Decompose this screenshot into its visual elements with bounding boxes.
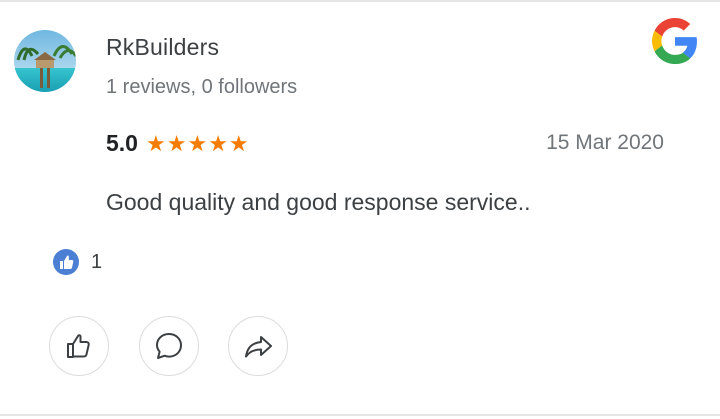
star-icon: ★ <box>228 130 249 156</box>
google-logo-icon <box>652 18 698 64</box>
reviewer-name[interactable]: RkBuilders <box>106 34 219 61</box>
reviewer-avatar[interactable] <box>14 30 76 92</box>
rating-score: 5.0 <box>106 130 138 156</box>
thumbs-up-icon <box>67 334 90 358</box>
like-button[interactable] <box>49 316 109 376</box>
rating-row: 5.0 ★ ★ ★ ★ ★ <box>106 130 249 157</box>
share-icon <box>245 336 272 358</box>
reviewer-stats: 1 reviews, 0 followers <box>106 76 298 98</box>
comment-icon <box>156 333 182 359</box>
comment-button[interactable] <box>139 316 199 376</box>
star-icon: ★ <box>166 130 187 156</box>
bottom-divider <box>0 414 720 416</box>
like-count: 1 <box>91 251 103 273</box>
star-icon: ★ <box>208 130 228 156</box>
star-icon: ★ <box>145 130 166 156</box>
top-divider <box>0 0 720 2</box>
thumbs-up-icon <box>53 249 79 275</box>
review-text: Good quality and good response service.. <box>106 189 531 215</box>
share-button[interactable] <box>228 316 288 376</box>
review-date: 15 Mar 2020 <box>546 131 664 154</box>
star-icon: ★ <box>187 130 208 156</box>
star-rating: ★ ★ ★ ★ ★ <box>145 130 249 156</box>
